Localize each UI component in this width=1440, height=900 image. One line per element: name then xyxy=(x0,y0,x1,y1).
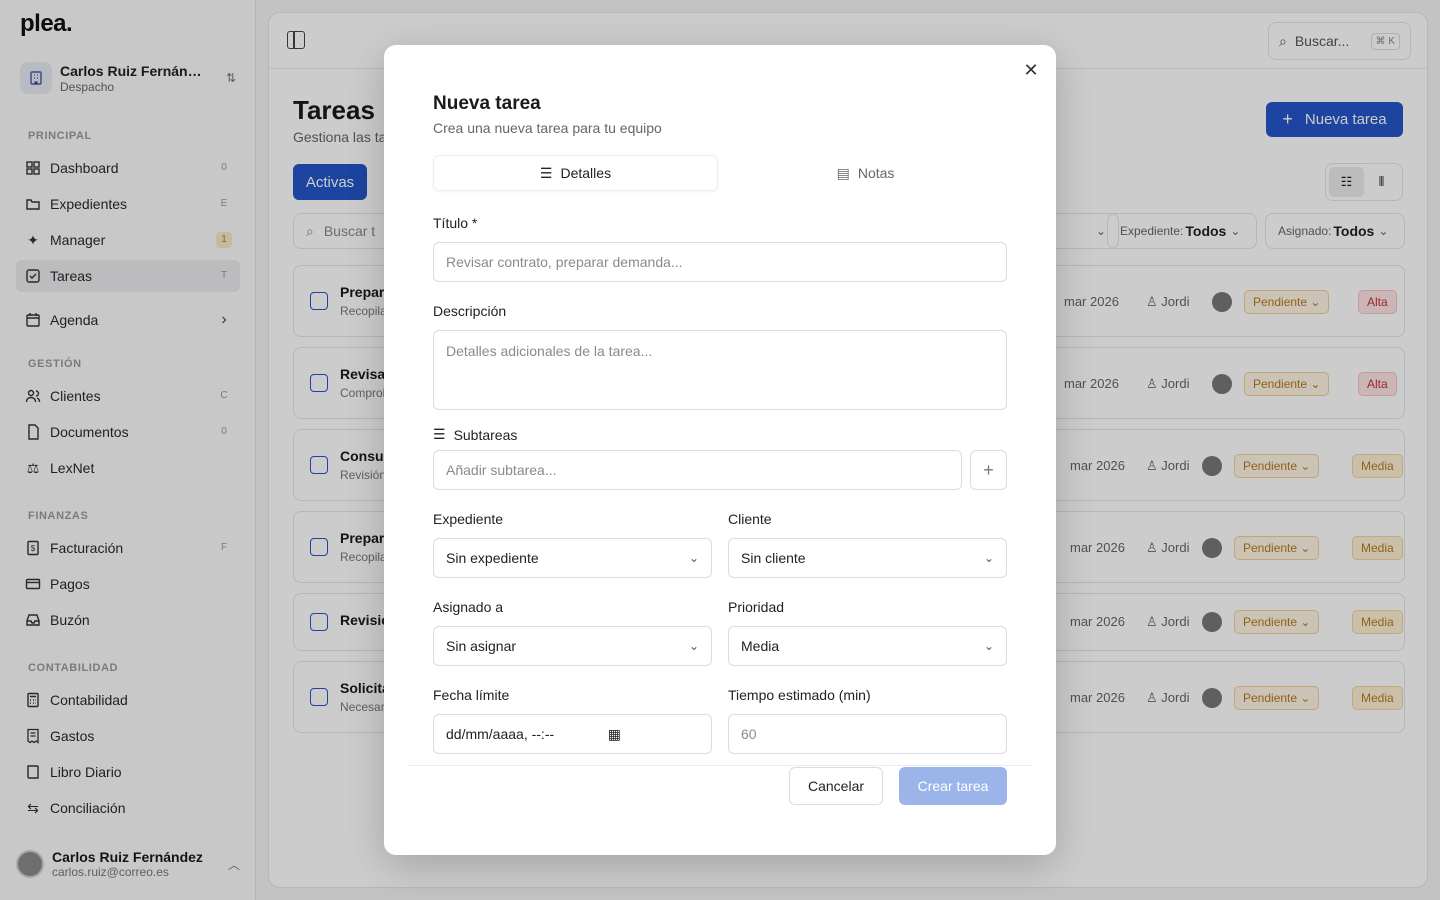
list-checks-icon: ☰ xyxy=(539,164,553,181)
prioridad-select[interactable]: Media ⌄ xyxy=(728,626,1007,666)
expediente-select[interactable]: Sin expediente ⌄ xyxy=(433,538,712,578)
cliente-select[interactable]: Sin cliente ⌄ xyxy=(728,538,1007,578)
chevron-down-icon: ⌄ xyxy=(688,639,699,653)
description-textarea[interactable]: Detalles adicionales de la tarea... xyxy=(433,330,1007,410)
tiempo-input[interactable]: 60 xyxy=(728,714,1007,754)
subtask-placeholder: Añadir subtarea... xyxy=(446,462,557,478)
description-placeholder: Detalles adicionales de la tarea... xyxy=(446,343,653,359)
subtasks-label-text: Subtareas xyxy=(453,426,518,443)
expediente-label: Expediente xyxy=(433,511,504,527)
asignado-select[interactable]: Sin asignar ⌄ xyxy=(433,626,712,666)
list-checks-icon: ☰ xyxy=(433,426,446,442)
chevron-down-icon: ⌄ xyxy=(688,551,699,565)
asignado-value: Sin asignar xyxy=(446,638,517,654)
tab-notas[interactable]: ▤ Notas xyxy=(724,155,1007,191)
dialog-title: Nueva tarea xyxy=(433,93,541,114)
description-label: Descripción xyxy=(433,303,507,319)
tab-label: Detalles xyxy=(560,165,612,181)
fecha-placeholder: dd/mm/aaaa, --:-- xyxy=(446,726,555,742)
expediente-value: Sin expediente xyxy=(446,550,539,566)
dialog-divider xyxy=(408,765,1032,766)
plus-icon: + xyxy=(983,459,994,480)
subtask-input[interactable]: Añadir subtarea... xyxy=(433,450,962,490)
prioridad-value: Media xyxy=(741,638,780,654)
fecha-label: Fecha límite xyxy=(433,687,510,703)
chevron-down-icon: ⌄ xyxy=(983,551,994,565)
file-text-icon: ▤ xyxy=(836,164,850,181)
close-icon[interactable]: ✕ xyxy=(1022,61,1040,79)
tab-detalles[interactable]: ☰ Detalles xyxy=(433,155,718,191)
dialog-subtitle: Crea una nueva tarea para tu equipo xyxy=(433,120,662,136)
asignado-label: Asignado a xyxy=(433,599,504,615)
add-subtask-button[interactable]: + xyxy=(970,450,1007,490)
chevron-down-icon: ⌄ xyxy=(983,639,994,653)
dialog-tabs: ☰ Detalles ▤ Notas xyxy=(433,155,1007,191)
new-task-dialog: ✕ Nueva tarea Crea una nueva tarea para … xyxy=(384,45,1056,855)
tab-label: Notas xyxy=(857,165,895,181)
title-label: Título * xyxy=(433,215,478,231)
cancel-button[interactable]: Cancelar xyxy=(789,767,883,805)
subtasks-label: ☰ Subtareas xyxy=(433,426,517,443)
fecha-input[interactable]: dd/mm/aaaa, --:-- ▦ xyxy=(433,714,712,754)
prioridad-label: Prioridad xyxy=(728,599,785,615)
create-task-button[interactable]: Crear tarea xyxy=(899,767,1007,805)
title-input[interactable]: Revisar contrato, preparar demanda... xyxy=(433,242,1007,282)
calendar-icon[interactable]: ▦ xyxy=(608,726,621,743)
cliente-value: Sin cliente xyxy=(741,550,806,566)
tiempo-label: Tiempo estimado (min) xyxy=(728,687,871,703)
title-input-placeholder: Revisar contrato, preparar demanda... xyxy=(446,254,683,270)
tiempo-placeholder: 60 xyxy=(741,726,757,742)
cliente-label: Cliente xyxy=(728,511,772,527)
